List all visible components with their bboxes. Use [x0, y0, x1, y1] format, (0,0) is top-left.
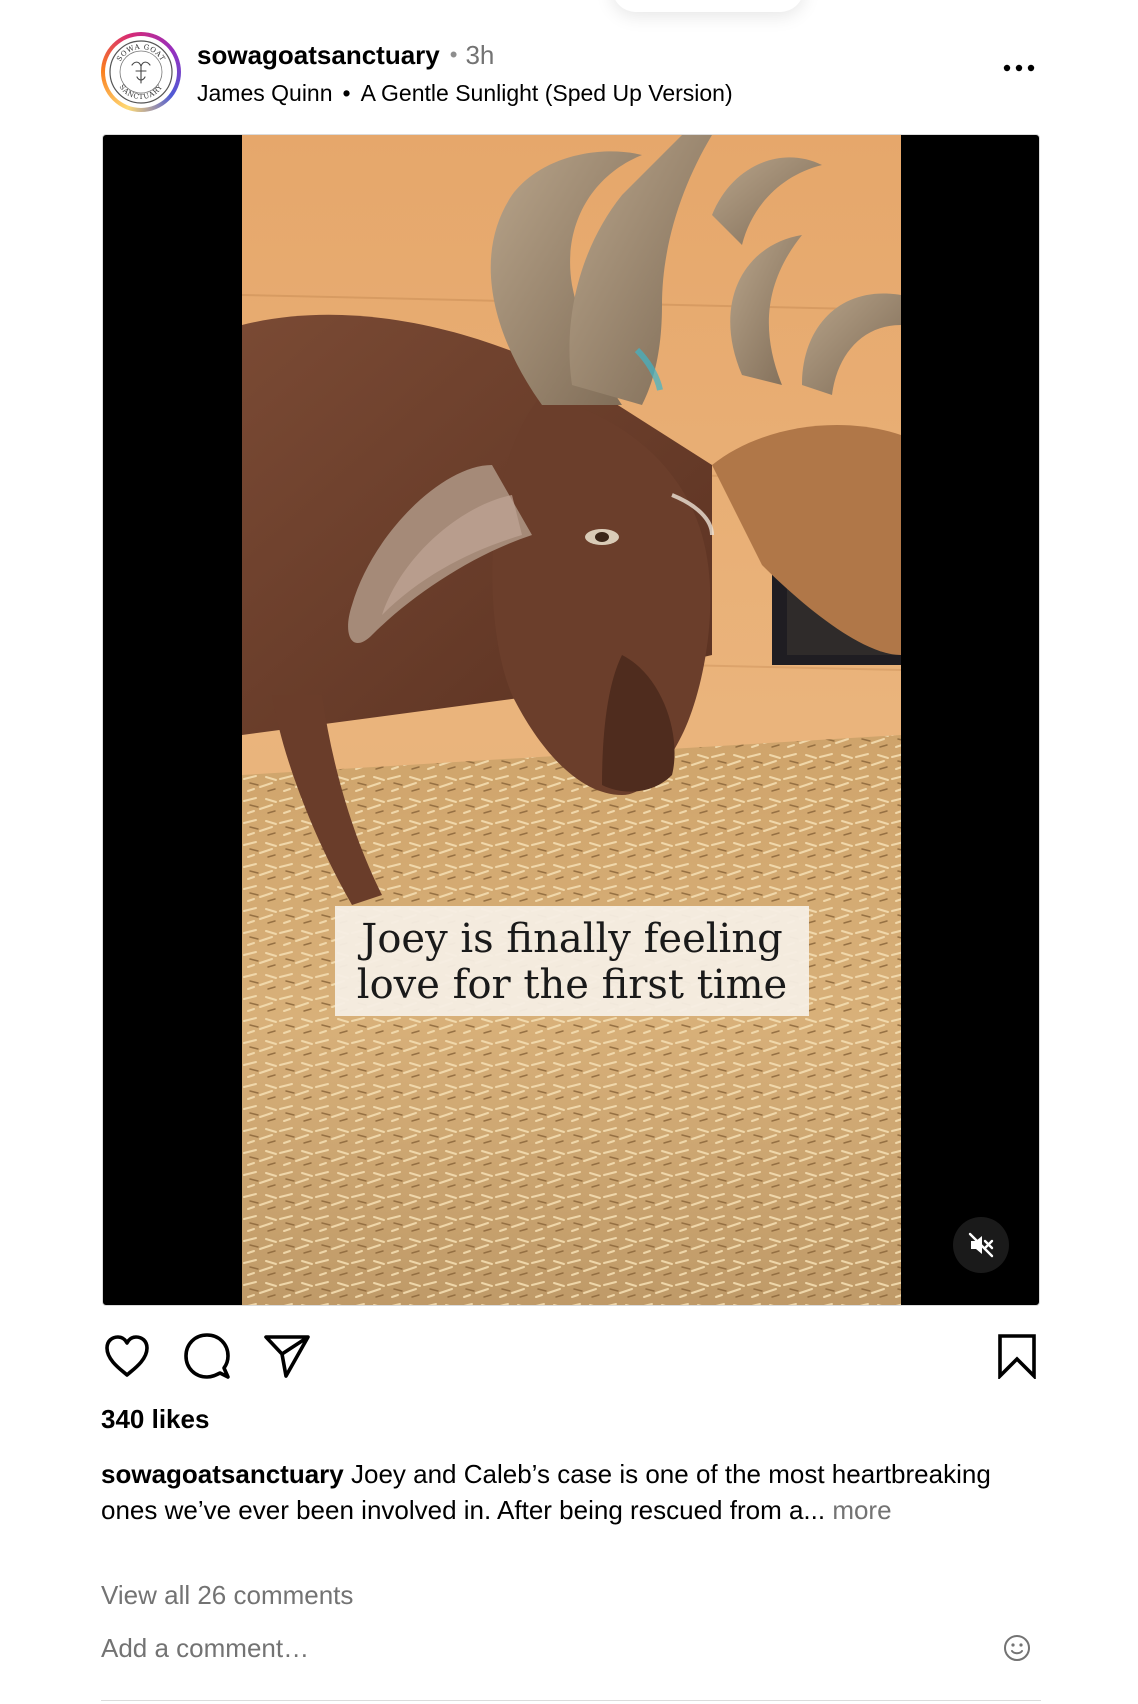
music-artist[interactable]: James Quinn [197, 80, 333, 107]
overlay-line-1: Joey is finally feeling [361, 916, 783, 962]
heart-icon [105, 1335, 149, 1377]
add-comment-row [101, 1628, 1041, 1668]
post-actions-bar [101, 1330, 1041, 1382]
save-button[interactable] [991, 1330, 1043, 1382]
more-options-button[interactable] [999, 56, 1039, 80]
instagram-post-page: SOWA GOAT SANCTUARY sowagoatsanctuary • … [0, 0, 1138, 1704]
post-caption: sowagoatsanctuary Joey and Caleb’s case … [101, 1456, 1021, 1528]
emoji-button[interactable] [1001, 1632, 1033, 1664]
video-player[interactable]: Joey is finally feeling love for the fir… [242, 135, 901, 1305]
bookmark-icon [998, 1334, 1036, 1379]
emoji-icon [1004, 1635, 1030, 1661]
send-icon [264, 1335, 310, 1378]
overlay-line-2: love for the first time [356, 962, 788, 1008]
audio-attribution[interactable]: James Quinn • A Gentle Sunlight (Sped Up… [197, 78, 733, 108]
mute-toggle-button[interactable] [953, 1217, 1009, 1273]
post-username[interactable]: sowagoatsanctuary [197, 40, 440, 71]
comment-icon [184, 1333, 230, 1379]
post-header: SOWA GOAT SANCTUARY sowagoatsanctuary • … [101, 32, 1041, 114]
story-ring[interactable]: SOWA GOAT SANCTUARY [101, 32, 181, 112]
top-notch-pill [612, 0, 804, 12]
post-time[interactable]: 3h [465, 40, 494, 71]
sanctuary-logo-icon: SOWA GOAT SANCTUARY [109, 40, 173, 104]
music-track[interactable]: A Gentle Sunlight (Sped Up Version) [361, 80, 733, 107]
avatar[interactable]: SOWA GOAT SANCTUARY [108, 39, 174, 105]
post-media[interactable]: Joey is finally feeling love for the fir… [102, 134, 1040, 1306]
more-horizontal-icon [1003, 64, 1035, 72]
like-button[interactable] [101, 1330, 153, 1382]
view-all-comments-link[interactable]: View all 26 comments [101, 1580, 353, 1611]
caption-more-link[interactable]: more [832, 1495, 891, 1525]
goat-video-frame [242, 135, 901, 1305]
volume-muted-icon [968, 1232, 994, 1258]
comment-input[interactable] [101, 1628, 961, 1668]
caption-username[interactable]: sowagoatsanctuary [101, 1459, 344, 1489]
header-title-row: sowagoatsanctuary • 3h [197, 38, 494, 72]
post-divider [101, 1700, 1041, 1701]
like-count[interactable]: 340 likes [101, 1404, 209, 1435]
share-button[interactable] [261, 1330, 313, 1382]
comment-button[interactable] [181, 1330, 233, 1382]
music-separator: • [342, 79, 351, 106]
header-separator: • [449, 42, 458, 67]
video-text-overlay: Joey is finally feeling love for the fir… [335, 906, 809, 1016]
